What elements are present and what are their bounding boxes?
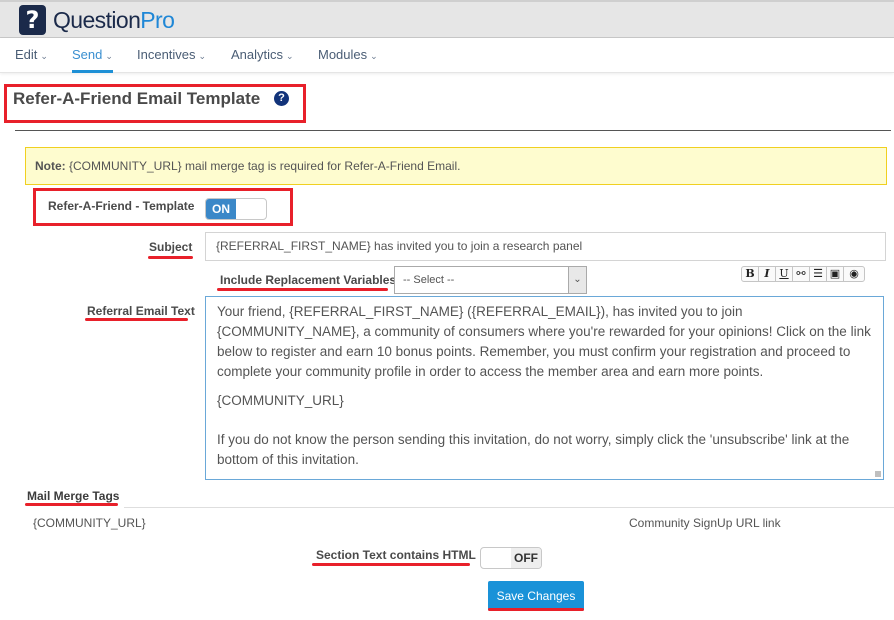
note-banner: Note: {COMMUNITY_URL} mail merge tag is … xyxy=(25,147,887,185)
nav-modules[interactable]: Modules ⌄ xyxy=(318,47,378,73)
annotation-underline-html-toggle xyxy=(312,563,470,566)
select-value: -- Select -- xyxy=(403,274,455,286)
chevron-down-icon: ⌄ xyxy=(370,51,378,61)
top-bar: ? QuestionPro xyxy=(0,0,894,38)
mail-merge-divider xyxy=(124,507,894,508)
brand-part2: Pro xyxy=(140,7,175,33)
image-icon[interactable]: ▣ xyxy=(827,267,844,281)
align-center-icon[interactable]: ☰ xyxy=(810,267,827,281)
annotation-underline-email-text xyxy=(85,318,188,321)
subject-label: Subject xyxy=(149,240,193,254)
mail-merge-title: Mail Merge Tags xyxy=(27,489,120,503)
annotation-underline-save xyxy=(488,608,584,611)
nav-incentives[interactable]: Incentives ⌄ xyxy=(137,47,206,73)
replacement-variables-select[interactable]: -- Select -- ⌄ xyxy=(394,266,587,294)
nav-edit[interactable]: Edit ⌄ xyxy=(15,47,48,73)
page-title: Refer-A-Friend Email Template xyxy=(13,89,261,108)
save-changes-button[interactable]: Save Changes xyxy=(488,581,584,611)
nav-analytics[interactable]: Analytics ⌄ xyxy=(231,47,294,73)
nav-label: Analytics xyxy=(231,47,284,62)
referral-email-text-label: Referral Email Text xyxy=(87,304,195,318)
logo-icon[interactable]: ? xyxy=(19,5,46,35)
note-text: {COMMUNITY_URL} mail merge tag is requir… xyxy=(65,159,461,173)
chevron-down-icon: ⌄ xyxy=(286,51,294,61)
chevron-down-icon: ⌄ xyxy=(568,267,586,293)
referral-email-textarea[interactable]: Your friend, {REFERRAL_FIRST_NAME} ({REF… xyxy=(205,296,884,480)
toggle-off-label: OFF xyxy=(511,548,541,568)
preview-eye-icon[interactable]: ◉ xyxy=(844,267,864,281)
email-paragraph: If you do not know the person sending th… xyxy=(217,432,850,467)
chevron-down-icon: ⌄ xyxy=(105,51,113,61)
nav-label: Send xyxy=(72,47,103,62)
underline-icon[interactable]: U xyxy=(776,267,793,281)
nav-label: Incentives xyxy=(137,47,196,62)
brand-logo[interactable]: QuestionPro xyxy=(53,7,175,34)
nav-label: Edit xyxy=(15,47,38,62)
subject-input[interactable]: {REFERRAL_FIRST_NAME} has invited you to… xyxy=(205,232,886,261)
bold-icon[interactable]: B xyxy=(742,267,759,281)
resize-handle[interactable] xyxy=(875,471,881,477)
title-divider xyxy=(15,130,891,131)
toggle-on-label: ON xyxy=(206,199,236,219)
template-toggle-switch[interactable]: ON xyxy=(205,198,267,220)
nav-label: Modules xyxy=(318,47,368,62)
editor-toolbar: B I U ⚯ ☰ ▣ ◉ xyxy=(741,266,865,282)
italic-icon[interactable]: I xyxy=(759,267,776,281)
chevron-down-icon: ⌄ xyxy=(40,51,48,61)
note-label: Note: xyxy=(35,159,66,173)
brand-part1: Question xyxy=(53,7,141,33)
annotation-underline-subject xyxy=(148,256,193,259)
main-nav: Edit ⌄ Send ⌄ Incentives ⌄ Analytics ⌄ Modul… xyxy=(0,38,894,73)
html-toggle-switch[interactable]: OFF xyxy=(480,547,542,569)
email-paragraph: Your friend, {REFERRAL_FIRST_NAME} ({REF… xyxy=(217,304,871,379)
merge-tag: {COMMUNITY_URL} xyxy=(33,516,146,530)
chevron-down-icon: ⌄ xyxy=(198,51,207,61)
help-icon[interactable]: ? xyxy=(274,91,289,106)
annotation-underline-mail-merge xyxy=(25,503,118,506)
annotation-underline-replacement xyxy=(217,288,388,291)
template-toggle-label: Refer-A-Friend - Template xyxy=(48,199,195,213)
merge-tag-description: Community SignUp URL link xyxy=(629,516,781,530)
email-paragraph: {COMMUNITY_URL} xyxy=(217,393,344,408)
link-icon[interactable]: ⚯ xyxy=(793,267,810,281)
nav-send[interactable]: Send ⌄ xyxy=(72,47,113,73)
replacement-variables-label: Include Replacement Variables: xyxy=(220,273,401,287)
html-toggle-label: Section Text contains HTML xyxy=(316,548,476,562)
